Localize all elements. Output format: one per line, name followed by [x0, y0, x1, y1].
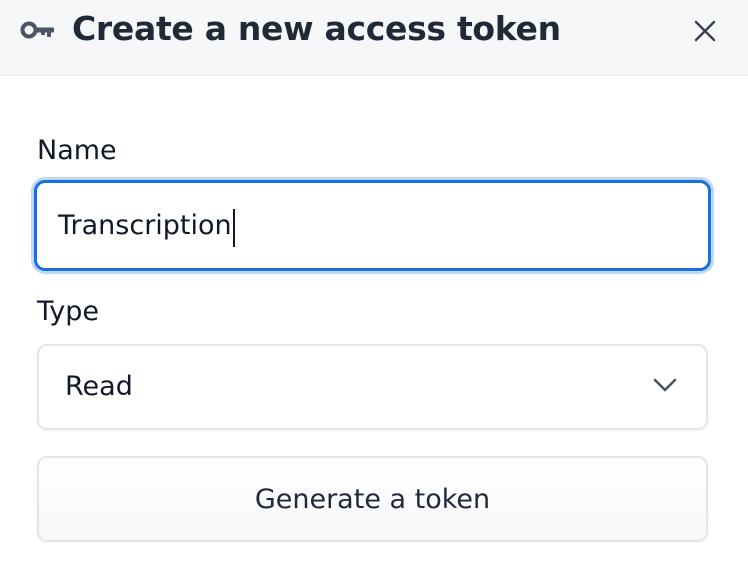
dialog-title: Create a new access token [72, 9, 561, 48]
close-icon [694, 20, 716, 42]
name-input[interactable] [37, 183, 708, 268]
close-button[interactable] [690, 16, 720, 46]
type-label: Type [37, 296, 100, 327]
type-select[interactable]: Read [37, 344, 708, 430]
name-field-container [34, 180, 711, 271]
type-selected-value: Read [65, 371, 133, 402]
generate-token-button[interactable]: Generate a token [37, 456, 708, 542]
create-token-dialog: Create a new access token Name Type Read… [0, 0, 748, 566]
dialog-header: Create a new access token [0, 0, 748, 76]
name-label: Name [37, 135, 117, 166]
text-caret [232, 209, 235, 247]
chevron-down-icon [653, 378, 677, 392]
key-icon [20, 21, 54, 39]
